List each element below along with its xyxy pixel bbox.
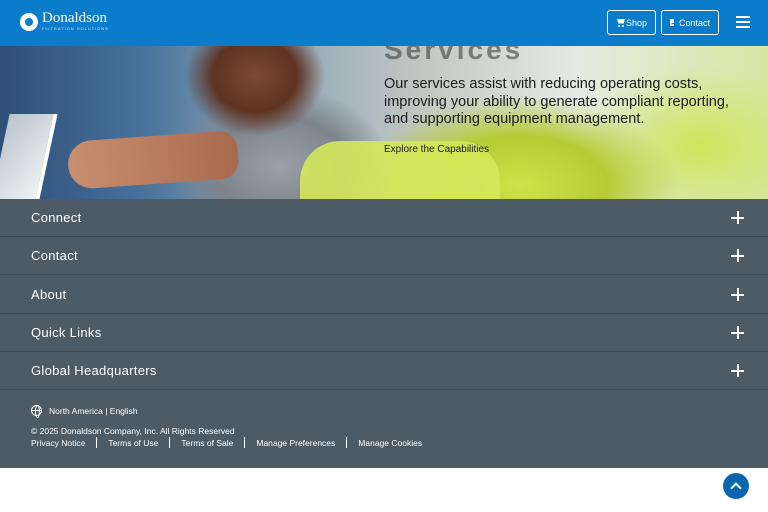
- explore-capabilities-link[interactable]: Explore the Capabilities: [384, 144, 489, 155]
- manage-cookies-link[interactable]: Manage Cookies: [358, 438, 422, 448]
- mail-icon: [670, 19, 674, 26]
- logo-wordmark: Donaldson: [42, 10, 107, 26]
- hero-description: Our services assist with reducing operat…: [384, 76, 729, 127]
- hero-laptop-image: [0, 114, 58, 199]
- region-selector[interactable]: North America | English: [31, 405, 138, 418]
- accordion-global-headquarters[interactable]: Global Headquarters: [0, 352, 768, 390]
- globe-icon: [31, 405, 42, 418]
- menu-icon[interactable]: [736, 16, 750, 28]
- logo-tagline: FILTRATION SOLUTIONS: [42, 26, 109, 31]
- cart-icon: [616, 19, 621, 27]
- accordion-quick-links[interactable]: Quick Links: [0, 314, 768, 352]
- plus-icon: [731, 211, 744, 224]
- privacy-notice-link[interactable]: Privacy Notice: [31, 438, 85, 448]
- hero-heading: Services: [384, 46, 524, 65]
- accordion-label: About: [31, 287, 67, 302]
- shop-button[interactable]: Shop: [607, 10, 656, 35]
- divider: [346, 437, 348, 448]
- site-header: Donaldson FILTRATION SOLUTIONS Shop Cont…: [0, 0, 768, 46]
- region-label: North America | English: [49, 405, 138, 416]
- back-to-top-button[interactable]: [723, 473, 749, 499]
- plus-icon: [731, 326, 744, 339]
- contact-label: Contact: [678, 17, 710, 28]
- copyright-text: © 2025 Donaldson Company, Inc. All Right…: [31, 426, 235, 436]
- plus-icon: [731, 288, 744, 301]
- divider: [169, 437, 171, 448]
- accordion-label: Global Headquarters: [31, 363, 157, 378]
- accordion-label: Connect: [31, 210, 82, 225]
- terms-of-sale-link[interactable]: Terms of Sale: [181, 438, 233, 448]
- manage-preferences-link[interactable]: Manage Preferences: [256, 438, 335, 448]
- accordion-label: Contact: [31, 248, 78, 263]
- plus-icon: [731, 249, 744, 262]
- accordion-connect[interactable]: Connect: [0, 199, 768, 237]
- shop-label: Shop: [625, 17, 647, 28]
- hero-hand-image: [66, 130, 240, 190]
- divider: [96, 437, 98, 448]
- accordion-about[interactable]: About: [0, 276, 768, 314]
- services-hero: Services Our services assist with reduci…: [0, 46, 768, 199]
- accordion-contact[interactable]: Contact: [0, 237, 768, 275]
- legal-links: Privacy Notice Terms of Use Terms of Sal…: [31, 437, 422, 448]
- plus-icon: [731, 364, 744, 377]
- site-footer: Connect Contact About Quick Links Global…: [0, 199, 768, 468]
- logo-mark-icon: [20, 13, 38, 31]
- terms-of-use-link[interactable]: Terms of Use: [108, 438, 158, 448]
- chevron-up-icon: [730, 482, 742, 494]
- contact-button[interactable]: Contact: [661, 10, 719, 35]
- accordion-label: Quick Links: [31, 325, 102, 340]
- divider: [244, 437, 246, 448]
- donaldson-logo[interactable]: Donaldson FILTRATION SOLUTIONS: [20, 10, 109, 32]
